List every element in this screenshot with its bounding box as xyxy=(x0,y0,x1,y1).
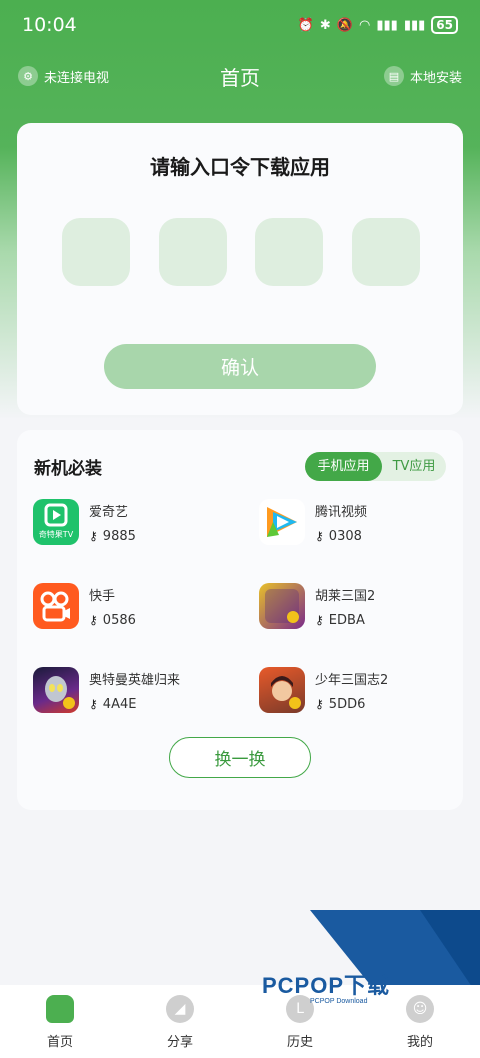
code-digit-4[interactable] xyxy=(351,218,420,286)
code-card-title: 请输入口令下载应用 xyxy=(150,155,330,179)
app-name: 快手 xyxy=(89,588,116,604)
top-nav: ⚙ 未连接电视 首页 ▤ 本地安装 xyxy=(0,55,480,97)
user-icon: ☺ xyxy=(406,995,434,1023)
tab-home-label: 首页 xyxy=(46,1035,73,1050)
ultraman-icon xyxy=(33,667,79,713)
app-name: 少年三国志2 xyxy=(315,672,389,688)
bottom-tab-bar: 首页 ◢ 分享 L 历史 ☺ 我的 xyxy=(0,985,480,1058)
wifi-icon: ◠ xyxy=(359,17,371,33)
code-input-card: 请输入口令下载应用 确认 xyxy=(17,123,463,415)
tab-history-label: 历史 xyxy=(286,1035,313,1050)
app-item[interactable]: 快手 ⚷ 0586 xyxy=(33,582,233,630)
key-icon: ⚷ xyxy=(89,613,98,627)
app-code: 4A4E xyxy=(102,696,137,712)
app-code: EDBA xyxy=(328,612,365,628)
signal-icon: ▮▮▮ xyxy=(376,17,398,33)
app-item[interactable]: 少年三国志2 ⚷ 5DD6 xyxy=(259,666,459,714)
app-code: 0308 xyxy=(328,528,362,544)
code-boxes xyxy=(62,218,420,286)
app-item[interactable]: 奇特果TV 爱奇艺 ⚷ 9885 xyxy=(33,498,233,546)
must-install-card: 新机必装 手机应用 TV应用 奇特果TV 爱奇艺 ⚷ 9885 腾讯视频 ⚷ 0… xyxy=(17,430,463,810)
code-digit-1[interactable] xyxy=(62,218,130,286)
app-name: 胡莱三国2 xyxy=(315,588,376,604)
signal2-icon: ▮▮▮ xyxy=(403,17,426,33)
app-name: 奥特曼英雄归来 xyxy=(89,672,181,688)
alarm-icon: ⏰ xyxy=(297,17,314,33)
app-code: 9885 xyxy=(102,528,136,544)
tv-connect-button[interactable]: ⚙ 未连接电视 xyxy=(18,66,109,86)
home-icon xyxy=(46,995,74,1023)
code-digit-3[interactable] xyxy=(255,218,324,286)
app-item[interactable]: 奥特曼英雄归来 ⚷ 4A4E xyxy=(33,666,233,714)
tab-share-label: 分享 xyxy=(166,1035,193,1050)
app-name: 腾讯视频 xyxy=(315,504,368,520)
tab-share[interactable]: ◢ 分享 xyxy=(140,995,220,1050)
tv-connect-label: 未连接电视 xyxy=(44,70,110,86)
code-digit-2[interactable] xyxy=(158,218,227,286)
bluetooth-icon: ✱ xyxy=(319,17,331,33)
watermark-brand: PCPOP下载 xyxy=(262,973,391,998)
tab-mine[interactable]: ☺ 我的 xyxy=(380,995,460,1050)
swap-button[interactable]: 换一换 xyxy=(169,737,311,778)
status-icons: ⏰ ✱ 🔕 ◠ ▮▮▮ ▮▮▮ 65 xyxy=(298,16,458,34)
tab-mine-label: 我的 xyxy=(406,1035,433,1050)
tab-tv-apps[interactable]: TV应用 xyxy=(382,452,446,481)
key-icon: ⚷ xyxy=(315,529,324,543)
iqiyi-icon: 奇特果TV xyxy=(33,499,79,545)
key-icon: ⚷ xyxy=(89,697,98,711)
app-code: 5DD6 xyxy=(328,696,366,712)
page-title: 首页 xyxy=(220,65,260,90)
must-install-title: 新机必装 xyxy=(34,459,102,479)
status-bar: 10:04 ⏰ ✱ 🔕 ◠ ▮▮▮ ▮▮▮ 65 xyxy=(0,0,480,50)
battery-icon: 65 xyxy=(431,16,458,34)
local-install-label: 本地安装 xyxy=(409,70,462,86)
key-icon: ⚷ xyxy=(315,613,324,627)
watermark-sub: PCPOP Download xyxy=(310,998,368,1005)
app-name: 爱奇艺 xyxy=(89,504,129,520)
tab-home[interactable]: 首页 xyxy=(20,995,100,1050)
app-type-toggle: 手机应用 TV应用 xyxy=(305,452,446,481)
compass-icon: ◢ xyxy=(166,995,194,1023)
tencent-video-icon xyxy=(259,499,305,545)
kuaishou-icon xyxy=(33,583,79,629)
status-time: 10:04 xyxy=(22,14,77,36)
install-icon: ▤ xyxy=(383,66,404,86)
app-code: 0586 xyxy=(102,612,136,628)
hulai-icon xyxy=(259,583,305,629)
confirm-button[interactable]: 确认 xyxy=(104,344,376,389)
iqiyi-badge: 奇特果TV xyxy=(38,530,74,539)
app-item[interactable]: 腾讯视频 ⚷ 0308 xyxy=(259,498,459,546)
tab-phone-apps[interactable]: 手机应用 xyxy=(305,452,382,481)
key-icon: ⚷ xyxy=(89,529,98,543)
mute-icon: 🔕 xyxy=(336,17,354,33)
key-icon: ⚷ xyxy=(315,697,324,711)
local-install-button[interactable]: ▤ 本地安装 xyxy=(383,66,462,86)
tv-link-icon: ⚙ xyxy=(18,66,38,86)
app-item[interactable]: 胡莱三国2 ⚷ EDBA xyxy=(259,582,459,630)
shaonian-icon xyxy=(259,667,305,713)
